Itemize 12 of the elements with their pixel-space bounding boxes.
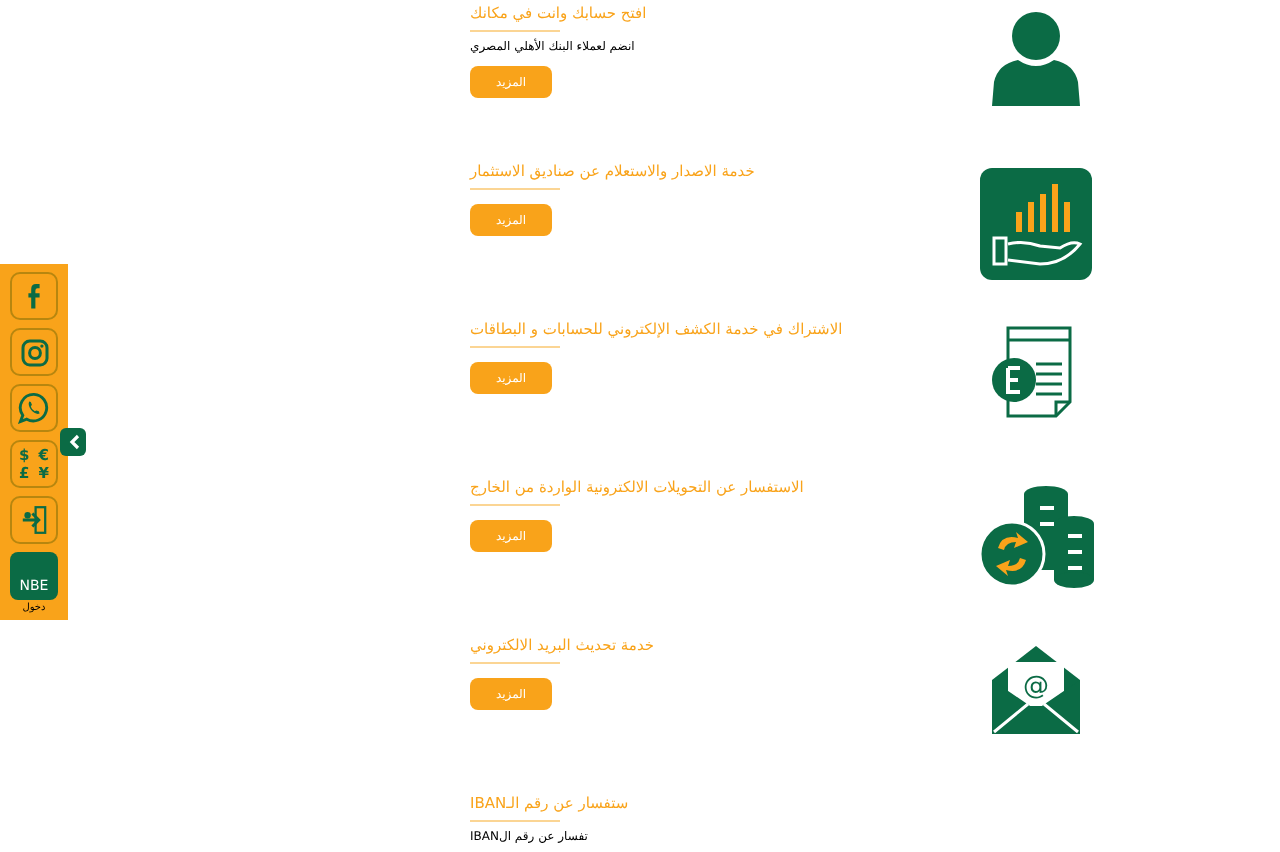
exit-button[interactable] (10, 496, 58, 544)
facebook-button[interactable] (10, 272, 58, 320)
chevron-left-icon (67, 434, 79, 450)
coins-exchange-icon (977, 484, 1093, 588)
whatsapp-button[interactable] (10, 384, 58, 432)
hand-with-bar-chart-icon (979, 168, 1091, 280)
whatsapp-icon (18, 392, 50, 424)
at-sign: @ (1022, 672, 1048, 702)
instagram-button[interactable] (10, 328, 58, 376)
instagram-icon (19, 337, 49, 367)
door-exit-icon (18, 504, 50, 536)
collapse-button[interactable] (60, 428, 86, 456)
